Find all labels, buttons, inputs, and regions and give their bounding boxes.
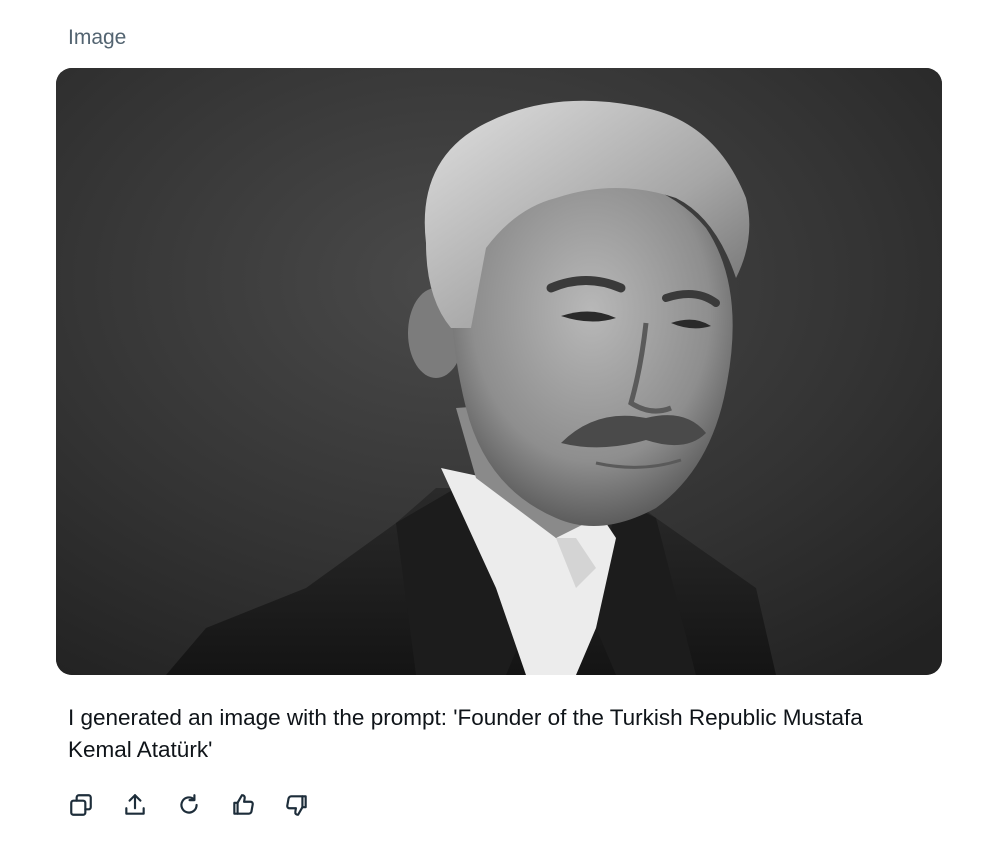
copy-button[interactable] [66, 790, 96, 820]
share-icon [125, 794, 145, 815]
image-response-panel: Image I generated an image with the prom… [0, 0, 1000, 856]
share-button[interactable] [120, 790, 150, 820]
copy-icon [70, 794, 92, 816]
thumbs-down-button[interactable] [282, 790, 312, 820]
regenerate-button[interactable] [174, 790, 204, 820]
response-actions [66, 790, 336, 820]
image-caption: I generated an image with the prompt: 'F… [68, 705, 863, 762]
section-label: Image [68, 26, 127, 49]
thumbs-down-icon [286, 795, 307, 816]
portrait-image [56, 68, 942, 675]
generated-image[interactable] [56, 68, 942, 675]
thumbs-up-icon [233, 794, 254, 815]
thumbs-up-button[interactable] [228, 790, 258, 820]
regenerate-icon [180, 794, 198, 814]
